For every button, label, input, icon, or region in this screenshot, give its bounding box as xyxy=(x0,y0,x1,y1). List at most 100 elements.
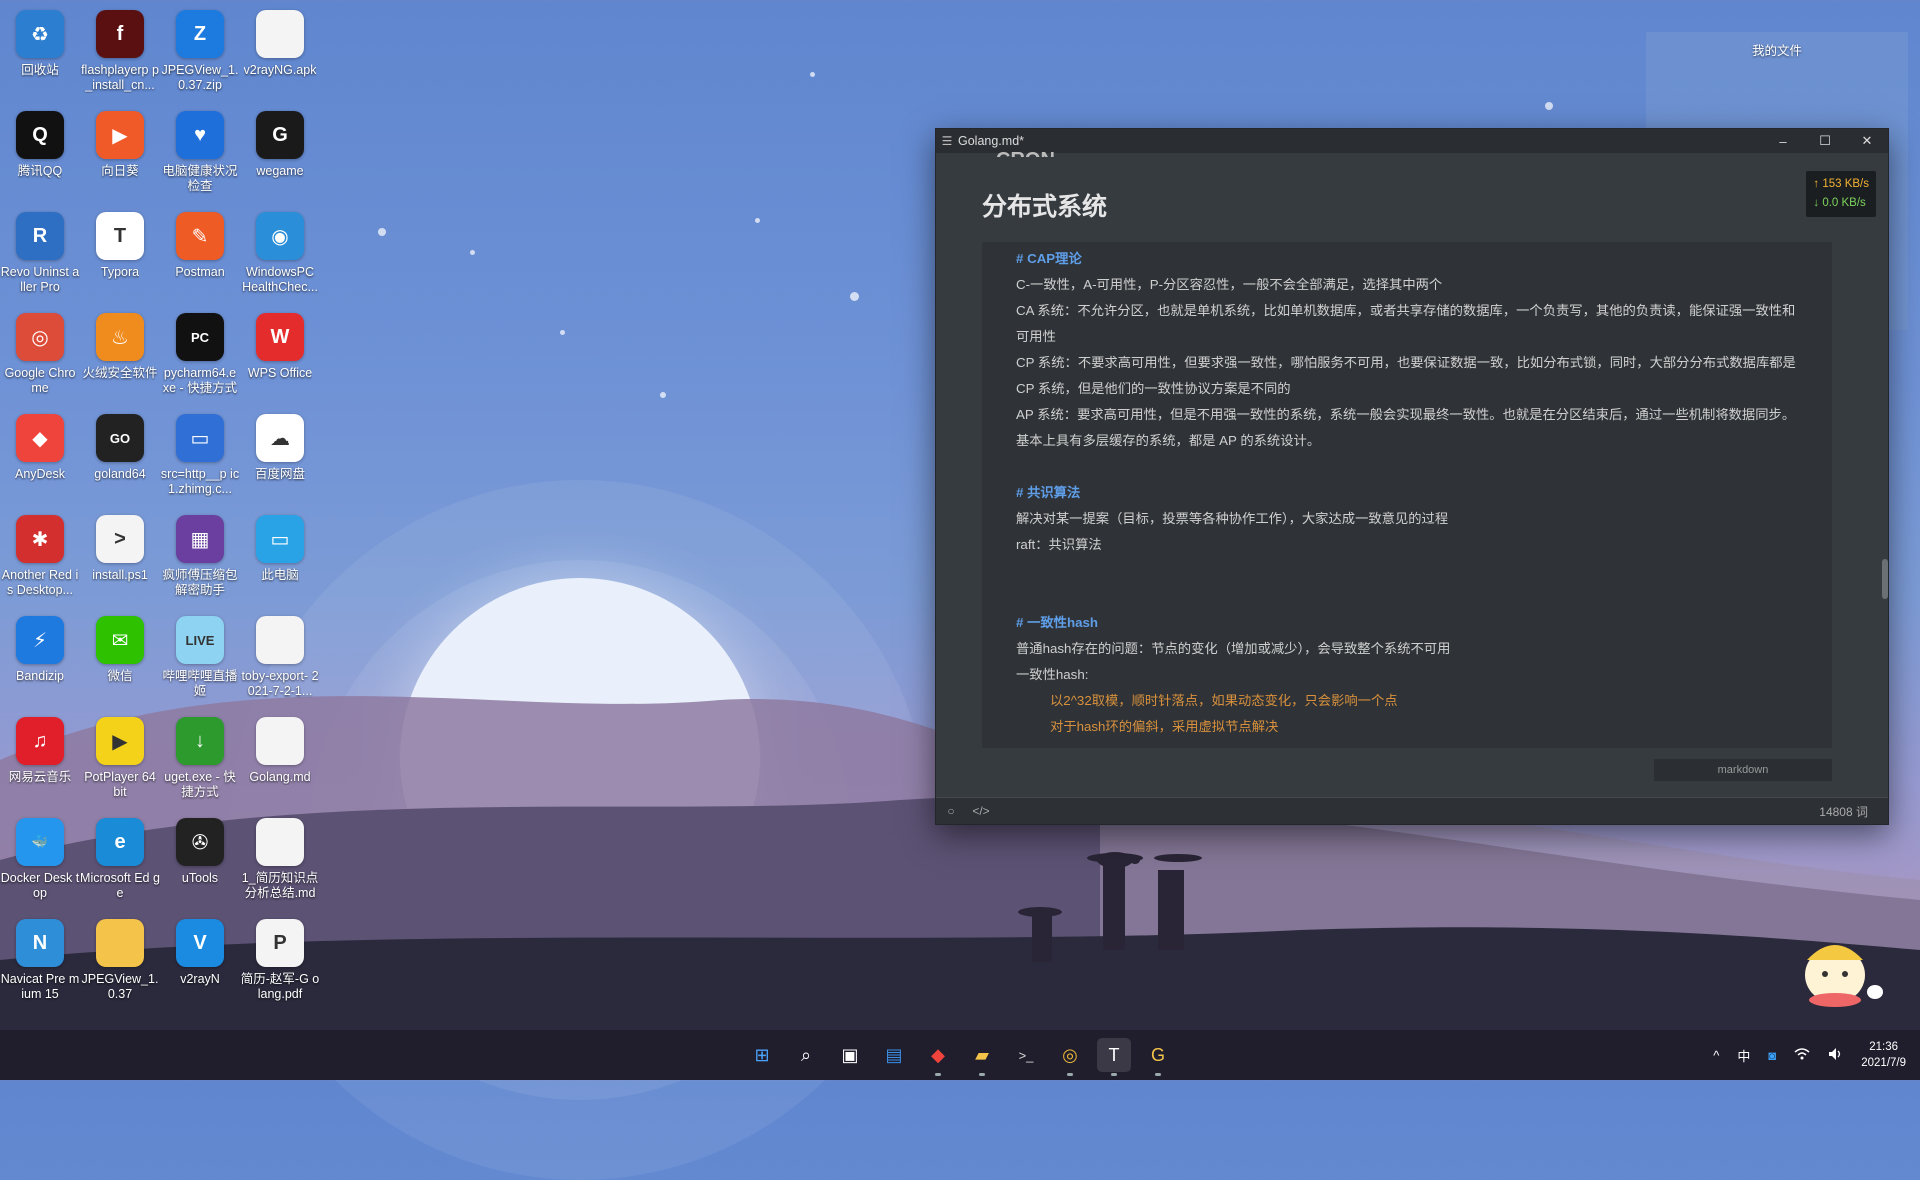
window-titlebar[interactable]: ☰ Golang.md* – ☐ ✕ xyxy=(936,129,1888,153)
code-line: CA 系统：不允许分区，也就是单机系统，比如单机数据库，或者共享存储的数据库，一… xyxy=(1016,303,1796,344)
maximize-button[interactable]: ☐ xyxy=(1804,133,1846,149)
desktop-icon[interactable]: Gwegame xyxy=(240,111,320,179)
desktop-icon[interactable]: ✉ 微信 xyxy=(80,616,160,684)
desktop-icon[interactable]: Z JPEGView_1. 0.37.zip xyxy=(160,10,240,93)
wegame-taskbar-button[interactable]: G xyxy=(1141,1038,1175,1076)
desktop-icon[interactable]: ♨ 火绒安全软件 xyxy=(80,313,160,381)
code-language-selector[interactable]: markdown xyxy=(1654,759,1832,781)
desktop-icon-label: 1_简历知识点 分析总结.md xyxy=(241,871,319,900)
desktop-icon[interactable]: N Navicat Pre mium 15 xyxy=(0,919,80,1002)
desktop-icon[interactable]: Golang.md xyxy=(240,717,320,785)
clock[interactable]: 21:36 2021/7/9 xyxy=(1853,1039,1920,1071)
desktop-icon-label: Google Chro me xyxy=(4,366,76,395)
outline-toggle-icon[interactable]: ○ xyxy=(936,804,966,818)
desktop-icon-label: Postman xyxy=(175,265,225,279)
desktop-icon[interactable]: ✎ Postman xyxy=(160,212,240,280)
desktop-icon[interactable]: 🐳 Docker Desk top xyxy=(0,818,80,901)
desktop-icon[interactable]: ✇ uTools xyxy=(160,818,240,886)
huorong-icon: ♨ xyxy=(96,313,144,361)
desktop-icon[interactable]: ♫ 网易云音乐 xyxy=(0,717,80,785)
code-block[interactable]: # CAP理论 C-一致性，A-可用性，P-分区容忍性，一般不会全部满足，选择其中… xyxy=(982,242,1832,748)
minimize-button[interactable]: – xyxy=(1762,134,1804,149)
desktop-icon[interactable]: ▦ 疯师傅压缩包 解密助手 xyxy=(160,515,240,598)
volume-icon[interactable] xyxy=(1819,1047,1853,1064)
desktop-icon[interactable]: PC pycharm64.e xe - 快捷方式 xyxy=(160,313,240,396)
desktop-icon[interactable]: ▶ PotPlayer 64 bit xyxy=(80,717,160,800)
search-button[interactable]: ⌕ xyxy=(789,1038,823,1072)
word-count[interactable]: 14808 词 xyxy=(1819,803,1868,820)
desktop-icon[interactable]: v2rayNG.apk xyxy=(240,10,320,78)
this-pc-icon: ▭ xyxy=(256,515,304,563)
qq-icon: Q xyxy=(16,111,64,159)
start-icon: ⊞ xyxy=(754,1044,770,1065)
task-view-button[interactable]: ▣ xyxy=(833,1038,867,1072)
desktop-icon-label: 腾讯QQ xyxy=(17,164,63,178)
terminal-button[interactable]: >_ xyxy=(1009,1038,1043,1072)
qq-tray-icon[interactable]: ◙ xyxy=(1759,1048,1785,1063)
desktop-icon-label: 回收站 xyxy=(21,63,59,77)
typora-window[interactable]: ☰ Golang.md* – ☐ ✕ ↑ 153 KB/s ↓ 0.0 KB/s… xyxy=(935,128,1889,825)
utools-icon: ✇ xyxy=(176,818,224,866)
running-indicator xyxy=(1155,1073,1161,1076)
wegame-taskbar-icon: G xyxy=(1150,1044,1165,1065)
hamburger-menu-icon[interactable]: ☰ xyxy=(936,134,958,148)
code-line: C-一致性，A-可用性，P-分区容忍性，一般不会全部满足，选择其中两个 xyxy=(1016,277,1443,292)
desktop-icon[interactable]: ◎ Google Chro me xyxy=(0,313,80,396)
file-icon xyxy=(256,616,304,664)
desktop-icon[interactable]: LIVE 哔哩哔哩直播 姬 xyxy=(160,616,240,699)
desktop-icon-label: install.ps1 xyxy=(92,568,148,582)
desktop-icon-label: 微信 xyxy=(107,669,133,683)
desktop-icon[interactable]: ◉ WindowsPC HealthChec... xyxy=(240,212,320,295)
widgets-icon: ▤ xyxy=(885,1044,903,1065)
desktop-icon-label: uget.exe - 快 捷方式 xyxy=(164,770,236,799)
desktop-icon[interactable]: T Typora xyxy=(80,212,160,280)
desktop-icon-label: Bandizip xyxy=(16,669,64,683)
file-explorer-button[interactable]: ▰ xyxy=(965,1038,999,1076)
potplayer-icon: ▶ xyxy=(96,717,144,765)
anydesk-taskbar-button[interactable]: ◆ xyxy=(921,1038,955,1076)
chrome-taskbar-button[interactable]: ◎ xyxy=(1053,1038,1087,1076)
desktop-icon[interactable]: ☁ 百度网盘 xyxy=(240,414,320,482)
widgets-button[interactable]: ▤ xyxy=(877,1038,911,1072)
desktop-icon[interactable]: Q 腾讯QQ xyxy=(0,111,80,179)
desktop-icon[interactable]: ▶ 向日葵 xyxy=(80,111,160,179)
desktop-icon[interactable]: f flashplayerp p_install_cn... xyxy=(80,10,160,93)
close-button[interactable]: ✕ xyxy=(1846,133,1888,149)
wifi-icon[interactable] xyxy=(1785,1047,1819,1063)
tray-overflow-chevron-icon[interactable]: ^ xyxy=(1704,1048,1728,1063)
desktop-icon[interactable]: JPEGView_1. 0.37 xyxy=(80,919,160,1002)
desktop-icon[interactable]: e Microsoft Ed ge xyxy=(80,818,160,901)
desktop-icon-label: Another Red is Desktop... xyxy=(1,568,79,597)
netease-music-icon: ♫ xyxy=(16,717,64,765)
desktop-icon[interactable]: 1_简历知识点 分析总结.md xyxy=(240,818,320,901)
anydesk-icon: ◆ xyxy=(16,414,64,462)
section-heading[interactable]: 分布式系统 xyxy=(982,187,1107,223)
desktop-icon[interactable]: toby-export- 2021-7-2-1... xyxy=(240,616,320,699)
ime-indicator[interactable]: 中 xyxy=(1728,1046,1759,1065)
desktop-icon[interactable]: > install.ps1 xyxy=(80,515,160,583)
desktop-icon[interactable]: ▭ 此电脑 xyxy=(240,515,320,583)
desktop-icon[interactable]: W WPS Office xyxy=(240,313,320,381)
desktop-icon[interactable]: Vv2rayN xyxy=(160,919,240,987)
desktop-icon[interactable]: GO goland64 xyxy=(80,414,160,482)
desktop-icon[interactable]: ♥ 电脑健康状况 检查 xyxy=(160,111,240,194)
desktop-icon-label: uTools xyxy=(181,871,219,885)
desktop-icon[interactable]: ↓ uget.exe - 快 捷方式 xyxy=(160,717,240,800)
desktop-icon[interactable]: ⚡ Bandizip xyxy=(0,616,80,684)
running-indicator xyxy=(1067,1073,1073,1076)
desktop-icon[interactable]: ◆ AnyDesk xyxy=(0,414,80,482)
desktop-icon[interactable]: ▭ src=http__p ic1.zhimg.c... xyxy=(160,414,240,497)
desktop-icon[interactable]: P 简历-赵军-G olang.pdf xyxy=(240,919,320,1002)
typora-taskbar-button[interactable]: T xyxy=(1097,1038,1131,1076)
window-title: Golang.md* xyxy=(958,134,1025,148)
desktop-pet[interactable] xyxy=(1795,930,1885,1010)
scrollbar-thumb[interactable] xyxy=(1882,559,1888,599)
desktop-icon[interactable]: R Revo Uninst aller Pro xyxy=(0,212,80,295)
desktop-icon[interactable]: ♻ 回收站 xyxy=(0,10,80,78)
start-button[interactable]: ⊞ xyxy=(745,1038,779,1072)
desktop-icon-label: Golang.md xyxy=(249,770,311,784)
source-mode-icon[interactable]: </> xyxy=(966,804,996,818)
desktop-icon[interactable]: ✱ Another Red is Desktop... xyxy=(0,515,80,598)
